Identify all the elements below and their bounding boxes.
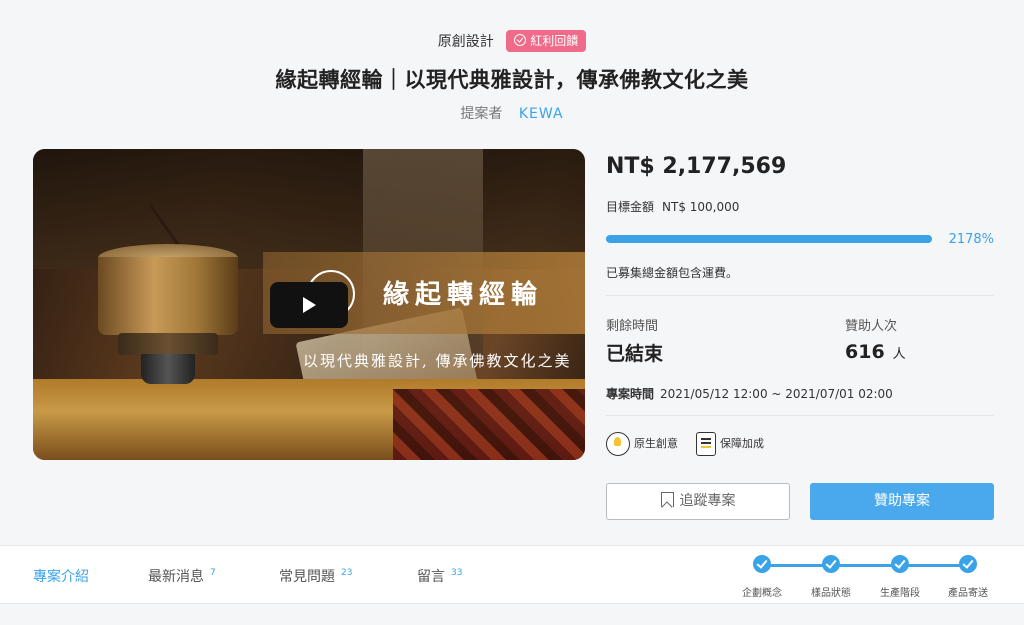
step-check-icon [959, 555, 977, 573]
progress-bar [606, 235, 932, 243]
feature-label: 原生創意 [634, 437, 678, 450]
check-circle-icon [514, 34, 527, 46]
tab-label: 常見問題 [279, 569, 335, 585]
step-label: 生產階段 [880, 588, 920, 599]
play-video-button[interactable] [270, 282, 348, 328]
goal-row: 目標金額 NT$ 100,000 [606, 198, 739, 215]
proposer-name-link[interactable]: KEWA [519, 106, 564, 122]
divider [606, 415, 994, 416]
step-check-icon [822, 555, 840, 573]
shipping-note: 已募集總金額包含運費。 [606, 266, 739, 280]
tab-label: 專案介紹 [33, 569, 89, 585]
feature-protection[interactable]: 保障加成 [696, 432, 764, 456]
project-period-label: 專案時間 [606, 387, 655, 401]
prayer-wheel-stand [141, 354, 195, 384]
tab-count: 23 [341, 568, 353, 578]
tab-label: 最新消息 [148, 569, 204, 585]
progress-bar-fill [606, 235, 932, 243]
step-label: 樣品狀態 [811, 588, 851, 599]
feature-original-creative[interactable]: 原生創意 [606, 432, 678, 456]
backers-value: 616 [845, 341, 885, 363]
raised-amount: NT$ 2,177,569 [606, 154, 787, 179]
proposer-row: 提案者 KEWA [0, 103, 1024, 123]
proposer-label: 提案者 [460, 106, 503, 122]
follow-project-button[interactable]: 追蹤專案 [606, 483, 790, 520]
backers-unit: 人 [892, 347, 906, 362]
divider [0, 603, 1024, 604]
prayer-wheel-base [118, 333, 218, 355]
project-video[interactable]: 緣起轉經輪 以現代典雅設計, 傳承佛教文化之美 [33, 149, 585, 460]
progress-steps-line [762, 564, 968, 567]
hero-banner-subtitle: 以現代典雅設計, 傳承佛教文化之美 [303, 352, 572, 370]
goal-value: NT$ 100,000 [662, 200, 740, 214]
tab-project-intro[interactable]: 專案介紹 [33, 566, 89, 586]
goal-label: 目標金額 [606, 200, 655, 214]
progress-percent: 2178% [948, 232, 994, 247]
badge-label: 紅利回饋 [530, 34, 579, 48]
divider [606, 295, 994, 296]
step-check-icon [753, 555, 771, 573]
document-shield-icon [696, 432, 716, 456]
project-header-section: 原創設計 紅利回饋 緣起轉經輪｜以現代典雅設計，傳承佛教文化之美 提案者 KEW… [0, 0, 1024, 545]
follow-button-label: 追蹤專案 [679, 493, 736, 509]
hero-brocade-image [393, 389, 585, 460]
back-project-button[interactable]: 贊助專案 [810, 483, 994, 520]
step-check-icon [891, 555, 909, 573]
project-period: 專案時間 2021/05/12 12:00 ~ 2021/07/01 02:00 [606, 385, 893, 402]
remaining-time-value: 已結束 [606, 343, 664, 365]
hero-banner-title: 緣起轉經輪 [383, 280, 544, 310]
backers-label: 贊助人次 [845, 319, 898, 334]
lightbulb-icon [606, 432, 630, 456]
page-title: 緣起轉經輪｜以現代典雅設計，傳承佛教文化之美 [275, 68, 749, 92]
step-label: 企劃概念 [742, 588, 782, 599]
project-tabs-bar: 專案介紹 最新消息 7 常見問題 23 留言 33 企劃概念 樣品狀態 生產階段 產品… [0, 545, 1024, 604]
tab-count: 7 [210, 568, 216, 578]
prayer-wheel-image [98, 257, 238, 335]
project-period-value: 2021/05/12 12:00 ~ 2021/07/01 02:00 [660, 387, 893, 401]
tab-count: 33 [451, 568, 463, 578]
backers-row: 616 人 [845, 341, 906, 363]
tab-label: 留言 [417, 569, 445, 585]
tab-comments[interactable]: 留言 33 [417, 566, 462, 586]
remaining-time-label: 剩餘時間 [606, 319, 659, 334]
tab-news[interactable]: 最新消息 7 [148, 566, 216, 586]
feature-label: 保障加成 [720, 437, 764, 450]
step-label: 產品寄送 [948, 588, 988, 599]
category-label[interactable]: 原創設計 [438, 31, 494, 51]
tab-faq[interactable]: 常見問題 23 [279, 566, 352, 586]
bonus-badge: 紅利回饋 [506, 30, 587, 52]
bookmark-icon [660, 492, 674, 507]
category-row: 原創設計 紅利回饋 [0, 30, 1024, 52]
